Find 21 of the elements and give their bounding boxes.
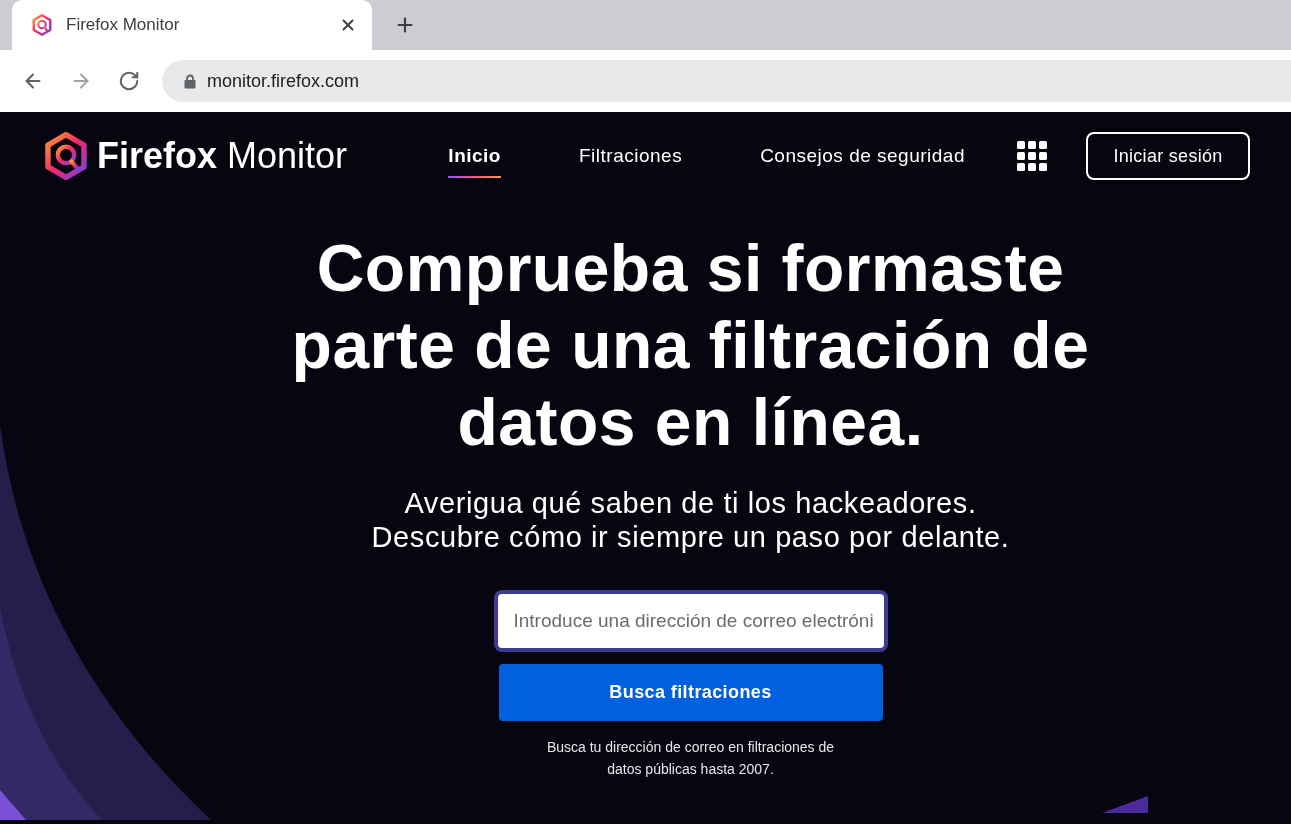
browser-tab[interactable]: Firefox Monitor [12, 0, 372, 50]
hero-title: Comprueba si formaste parte de una filtración de datos en línea. [290, 230, 1091, 461]
apps-grid-icon[interactable] [1017, 141, 1047, 171]
logo-text: Firefox Monitor [97, 134, 348, 178]
url-text: monitor.firefox.com [207, 69, 360, 93]
logo-icon [44, 132, 88, 180]
nav-link[interactable]: Inicio [448, 133, 501, 179]
hero-subtitle: Averigua qué saben de ti los hackeadores. Descubre cómo ir siempre un paso por delante. [371, 486, 1010, 554]
close-icon [339, 16, 357, 34]
background-triangle [1102, 796, 1148, 813]
reload-icon [118, 70, 140, 92]
search-note: Busca tu dirección de correo en filtraciones de datos públicas hasta 2007. [545, 738, 836, 779]
sign-in-button[interactable]: Iniciar sesión [1086, 132, 1250, 180]
nav-link[interactable]: Filtraciones [579, 133, 683, 179]
search-button[interactable]: Busca filtraciones [498, 664, 883, 721]
email-input[interactable]: Introduce una dirección de correo electróni [493, 590, 888, 652]
lock-icon [184, 73, 196, 89]
favicon-icon [32, 14, 52, 36]
nav-link[interactable]: Consejos de seguridad [760, 133, 965, 179]
tab-title: Firefox Monitor [66, 14, 180, 37]
address-bar[interactable]: monitor.firefox.com [162, 60, 1291, 102]
